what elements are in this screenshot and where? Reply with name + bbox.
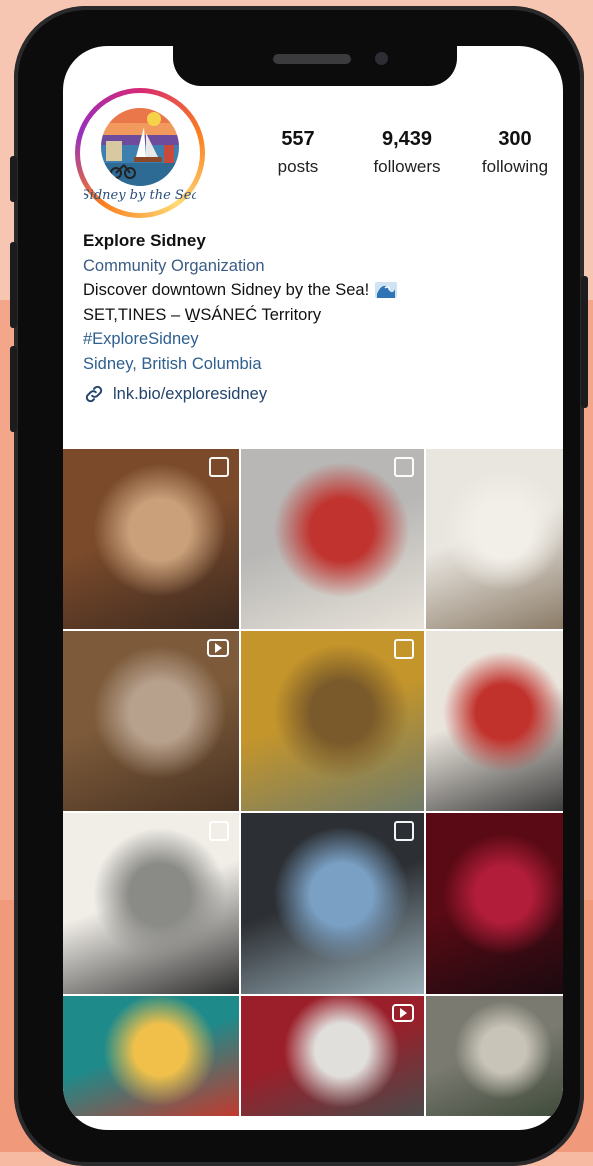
post-tile-miniature-landmarks[interactable]: [63, 631, 239, 811]
phone-screen: Sidney by the Sea 557 posts 9,439 follow…: [63, 46, 563, 1130]
profile-bio: Explore Sidney Community Organization Di…: [83, 229, 553, 407]
post-tile-woman-in-store[interactable]: [63, 813, 239, 994]
post-tile-airplane-window-view[interactable]: [241, 813, 424, 994]
profile-name: Explore Sidney: [83, 231, 206, 250]
website-link[interactable]: lnk.bio/exploresidney: [83, 382, 553, 407]
front-camera: [375, 52, 388, 65]
post-tile-woman-popcorn-shop[interactable]: [63, 996, 239, 1116]
post-tile-theatre-stage[interactable]: [426, 813, 563, 994]
website-link-text: lnk.bio/exploresidney: [113, 385, 268, 403]
bio-line-1: Discover downtown Sidney by the Sea!: [83, 278, 553, 303]
volume-down-button: [10, 346, 17, 432]
speaker-grille: [273, 54, 351, 64]
following-stat[interactable]: 300 following: [460, 128, 563, 177]
reel-icon: [392, 1004, 414, 1022]
posts-label: posts: [277, 157, 319, 176]
reel-icon: [207, 639, 229, 657]
post-tile-cafe-interior[interactable]: [426, 996, 563, 1116]
location-text: Sidney, British Columbia: [83, 354, 262, 373]
carousel-icon: [394, 821, 414, 841]
avatar-logo: Sidney by the Sea: [80, 93, 200, 213]
following-count: 300: [498, 128, 532, 150]
profile-avatar[interactable]: Sidney by the Sea: [75, 88, 205, 218]
posts-count: 557: [281, 128, 315, 150]
carousel-icon: [209, 457, 229, 477]
volume-up-button: [10, 242, 17, 328]
phone-frame: Sidney by the Sea 557 posts 9,439 follow…: [10, 6, 588, 1166]
post-tile-man-in-restaurant[interactable]: [241, 631, 424, 811]
post-tile-pizza-storefront[interactable]: [241, 449, 424, 629]
followers-count: 9,439: [381, 128, 433, 150]
followers-stat[interactable]: 9,439 followers: [352, 128, 462, 177]
carousel-icon: [394, 457, 414, 477]
hashtag-link[interactable]: #ExploreSidney: [83, 327, 553, 352]
power-button: [581, 276, 588, 408]
carousel-icon: [209, 821, 229, 841]
posts-stat[interactable]: 557 posts: [243, 128, 353, 177]
followers-label: followers: [373, 157, 441, 176]
svg-text:Sidney by the Sea: Sidney by the Sea: [84, 188, 196, 203]
following-label: following: [481, 157, 549, 176]
post-tile-couple-in-shop[interactable]: [63, 449, 239, 629]
post-tile-beacon-books-storefront[interactable]: [241, 996, 424, 1116]
sidney-logo-icon: Sidney by the Sea: [84, 106, 196, 203]
wave-emoji-icon: [375, 282, 398, 298]
phone-notch: [173, 36, 457, 86]
post-tile-clothing-boutique[interactable]: [426, 631, 563, 811]
bio-line-2: SET,TINES – W̱SÁNEĆ Territory: [83, 305, 322, 324]
post-tile-man-with-painting[interactable]: [426, 449, 563, 629]
profile-category: Community Organization: [83, 256, 265, 275]
mute-switch: [10, 156, 17, 202]
carousel-icon: [394, 639, 414, 659]
bio-text-1: Discover downtown Sidney by the Sea!: [83, 281, 370, 299]
link-icon: [85, 386, 103, 403]
